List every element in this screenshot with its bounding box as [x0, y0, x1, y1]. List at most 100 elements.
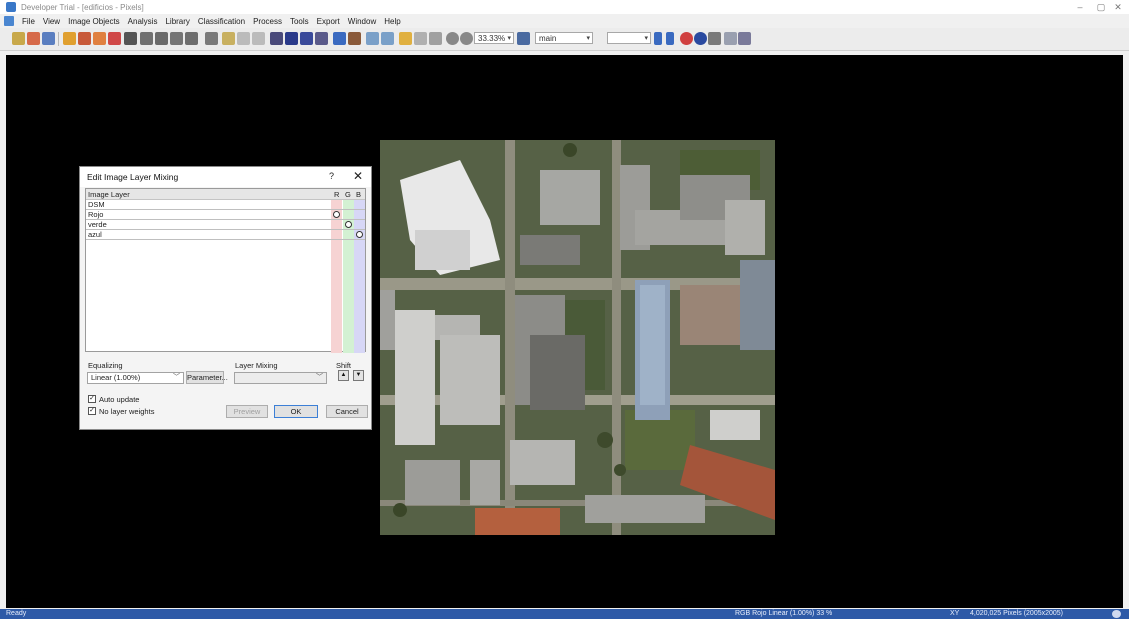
table-row[interactable]: azul [86, 230, 365, 240]
shift-up-button[interactable]: ▲ [338, 370, 349, 381]
help-button[interactable]: ? [329, 171, 334, 181]
preview-button[interactable]: Preview [226, 405, 268, 418]
sample-icon-2[interactable] [381, 32, 394, 45]
sample-icon-1[interactable] [366, 32, 379, 45]
status-bar: Ready RGB Rojo Linear (1.00%) 33 % XY 4,… [0, 609, 1129, 619]
filter-icon[interactable] [93, 32, 106, 45]
window-icon-2[interactable] [285, 32, 298, 45]
layer-table: Image Layer R G B DSM Rojo verde azul [85, 188, 366, 353]
layer-icon[interactable] [63, 32, 76, 45]
document-icon[interactable] [4, 16, 14, 26]
histogram-icon[interactable] [708, 32, 721, 45]
chevron-down-icon: ▾ [507, 35, 511, 42]
layer-mixing-label: Layer Mixing [235, 361, 278, 370]
window-icon-4[interactable] [315, 32, 328, 45]
col-header-b: B [356, 190, 362, 199]
azul-b-radio[interactable] [356, 231, 363, 238]
window-icon-1[interactable] [270, 32, 283, 45]
no-layer-weights-checkbox[interactable]: ✓ [88, 407, 96, 415]
grid-icon[interactable] [140, 32, 153, 45]
equalizing-label: Equalizing [88, 361, 123, 370]
export-icon[interactable] [724, 32, 737, 45]
shift-down-button[interactable]: ▼ [353, 370, 364, 381]
save-icon[interactable] [27, 32, 40, 45]
globe-icon[interactable] [1112, 610, 1121, 618]
menu-analysis[interactable]: Analysis [128, 17, 158, 26]
zoom-select[interactable]: 33.33% ▾ [474, 32, 514, 44]
rojo-r-radio[interactable] [333, 211, 340, 218]
layer-name: azul [88, 230, 102, 239]
zoom-value: 33.33% [478, 34, 506, 43]
menu-window[interactable]: Window [348, 17, 376, 26]
level-select[interactable]: ▾ [607, 32, 651, 44]
ok-button[interactable]: OK [274, 405, 318, 418]
auto-update-checkbox[interactable]: ✓ [88, 395, 96, 403]
shift-label: Shift [336, 361, 352, 370]
dialog-title-bar: Edit Image Layer Mixing ? ✕ [80, 167, 371, 187]
menu-process[interactable]: Process [253, 17, 282, 26]
layer-mixing-select[interactable]: ﹀ [234, 372, 327, 384]
menu-classification[interactable]: Classification [198, 17, 245, 26]
pin-icon[interactable] [108, 32, 121, 45]
arrow-down-icon[interactable] [654, 32, 662, 45]
window-title: Developer Trial - [edificios - Pixels] [21, 2, 144, 12]
select-icon[interactable] [429, 32, 442, 45]
menu-library[interactable]: Library [165, 17, 189, 26]
table-row[interactable]: Rojo [86, 210, 365, 220]
parameter-button[interactable]: Parameter... [186, 371, 228, 384]
aerial-image[interactable] [380, 140, 775, 535]
open-project-icon[interactable] [12, 32, 25, 45]
dialog-title: Edit Image Layer Mixing [87, 172, 179, 182]
col-header-g: G [345, 190, 351, 199]
cancel-button[interactable]: Cancel [326, 405, 368, 418]
view-select[interactable]: main ▾ [535, 32, 593, 44]
arrow-icon[interactable] [124, 32, 137, 45]
table-row[interactable]: verde [86, 220, 365, 230]
menu-file[interactable]: File [22, 17, 35, 26]
zoom-in-icon[interactable] [460, 32, 473, 45]
mixing-icon[interactable] [78, 32, 91, 45]
info-icon[interactable] [694, 32, 707, 45]
class-icon[interactable] [333, 32, 346, 45]
view-icon-3[interactable] [252, 32, 265, 45]
dialog-close-button[interactable]: ✕ [353, 169, 363, 183]
col-header-r: R [334, 190, 340, 199]
menu-export[interactable]: Export [317, 17, 340, 26]
status-coords: XY [950, 610, 960, 617]
stop-icon[interactable] [680, 32, 693, 45]
view-icon-1[interactable] [222, 32, 235, 45]
no-layer-weights-label: No layer weights [99, 407, 155, 416]
pan-icon[interactable] [414, 32, 427, 45]
chevron-down-icon: ▾ [644, 35, 648, 42]
close-window-button[interactable]: ✕ [1105, 0, 1129, 14]
arrow-up-icon[interactable] [666, 32, 674, 45]
menu-tools[interactable]: Tools [290, 17, 309, 26]
window-icon-3[interactable] [300, 32, 313, 45]
table-row[interactable]: DSM [86, 200, 365, 210]
toolbar: 33.33% ▾ main ▾ ▾ [0, 28, 1129, 51]
layer-name: Rojo [88, 210, 104, 219]
menu-image-objects[interactable]: Image Objects [68, 17, 120, 26]
grid-icon-4[interactable] [185, 32, 198, 45]
screenshot-icon[interactable] [738, 32, 751, 45]
cursor-icon[interactable] [399, 32, 412, 45]
menu-help[interactable]: Help [384, 17, 400, 26]
equalizing-select[interactable]: Linear (1.00%) ﹀ [87, 372, 184, 384]
verde-g-radio[interactable] [345, 221, 352, 228]
zoom-out-icon[interactable] [446, 32, 459, 45]
title-bar: Developer Trial - [edificios - Pixels] –… [0, 0, 1129, 14]
status-mixing: RGB Rojo Linear (1.00%) 33 % [735, 610, 833, 617]
table-header: Image Layer R G B [86, 189, 365, 200]
grid-icon-3[interactable] [170, 32, 183, 45]
status-ready: Ready [6, 610, 27, 617]
zoom-fit-icon[interactable] [517, 32, 530, 45]
grid-icon-2[interactable] [155, 32, 168, 45]
view-icon-2[interactable] [237, 32, 250, 45]
layer-name: verde [88, 220, 107, 229]
menu-view[interactable]: View [43, 17, 60, 26]
split-view-icon[interactable] [205, 32, 218, 45]
toolbar-separator [58, 32, 59, 46]
tool-icon[interactable] [348, 32, 361, 45]
workspace-icon[interactable] [42, 32, 55, 45]
app-icon [6, 2, 16, 12]
